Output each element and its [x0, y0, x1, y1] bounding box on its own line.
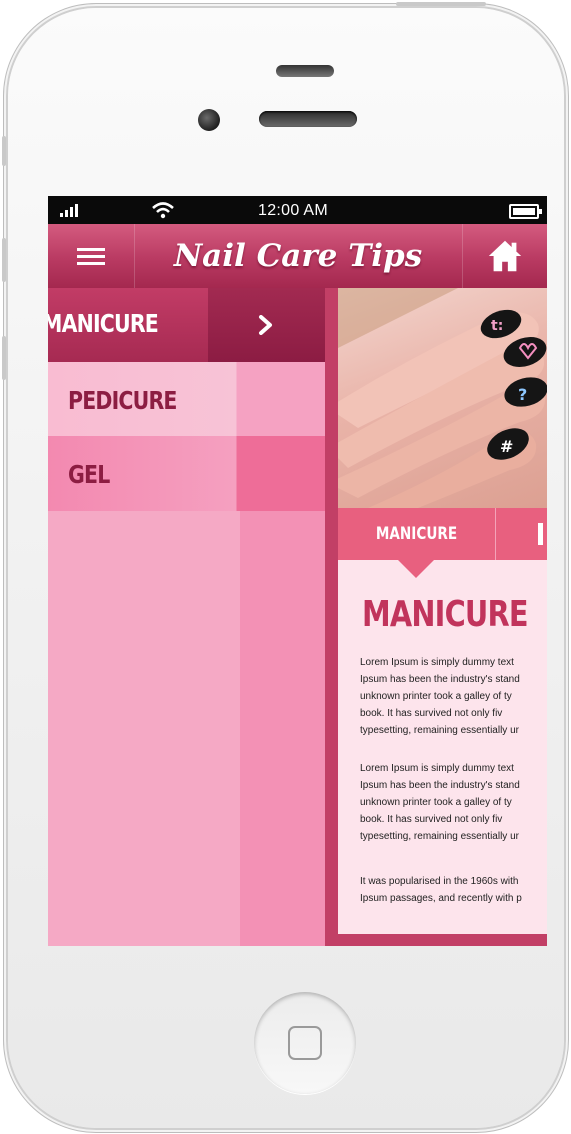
home-button-square-icon [288, 1026, 322, 1060]
drawer-item-pedicure[interactable]: PEDICURE [48, 362, 325, 437]
tab-next-partial[interactable] [538, 523, 543, 545]
mute-switch [2, 136, 6, 166]
paragraph-line: It was popularised in the 1960s with [360, 876, 519, 887]
wifi-icon [152, 202, 174, 219]
drawer-item-gel[interactable]: GEL [48, 436, 325, 511]
paragraph-line: Ipsum has been the industry's stand [360, 780, 520, 791]
menu-icon[interactable] [48, 224, 135, 288]
home-button[interactable] [254, 992, 356, 1094]
paragraph-line: Ipsum passages, and recently with p [360, 893, 522, 904]
home-icon[interactable] [462, 224, 547, 288]
drawer-item-label: MANICURE [48, 309, 159, 338]
nail-photo: t: ? # [338, 288, 547, 508]
svg-text:#: # [500, 437, 513, 456]
side-drawer: MANICURE PEDICURE GEL [48, 288, 325, 946]
paragraph-line: Lorem Ipsum is simply dummy text [360, 657, 514, 668]
paragraph-line: unknown printer took a galley of ty [360, 797, 512, 808]
paragraph-line: typesetting, remaining essentially ur [360, 725, 519, 736]
chevron-right-icon [259, 315, 272, 335]
screen: 12:00 AM Nail Care Tips MANICURE PEDICUR… [48, 196, 547, 946]
signal-icon [60, 203, 78, 217]
article-paragraph-3: It was popularised in the 1960s with Ips… [360, 873, 547, 907]
paragraph-line: Ipsum has been the industry's stand [360, 674, 520, 685]
volume-down-button [2, 336, 6, 380]
earpiece-speaker [259, 111, 357, 127]
svg-text:t:: t: [491, 318, 503, 334]
article-paragraph-2: Lorem Ipsum is simply dummy text Ipsum h… [360, 760, 547, 845]
drawer-item-label: GEL [68, 460, 110, 489]
tab-manicure[interactable]: MANICURE [338, 508, 496, 560]
drawer-item-manicure[interactable]: MANICURE [48, 288, 325, 362]
svg-text:?: ? [518, 385, 527, 404]
status-bar: 12:00 AM [48, 196, 547, 224]
tab-notch [398, 560, 434, 578]
article-heading: MANICURE [362, 594, 529, 635]
paragraph-line: book. It has survived not only fiv [360, 814, 503, 825]
earpiece-top [276, 65, 334, 77]
paragraph-line: typesetting, remaining essentially ur [360, 831, 519, 842]
article: MANICURE Lorem Ipsum is simply dummy tex… [338, 560, 547, 934]
app-header: Nail Care Tips [48, 224, 547, 289]
volume-up-button [2, 238, 6, 282]
battery-icon [509, 204, 542, 219]
status-time: 12:00 AM [258, 202, 329, 219]
paragraph-line: unknown printer took a galley of ty [360, 691, 512, 702]
paragraph-line: book. It has survived not only fiv [360, 708, 503, 719]
tab-label: MANICURE [375, 524, 458, 544]
app-title: Nail Care Tips [173, 238, 423, 274]
main-content: t: ? # MANICURE MANICURE Lorem Ipsum is … [325, 288, 547, 946]
front-camera [198, 109, 220, 131]
power-button [396, 2, 486, 6]
paragraph-line: Lorem Ipsum is simply dummy text [360, 763, 514, 774]
drawer-item-arrow[interactable] [208, 288, 325, 362]
content-tabs: MANICURE [338, 508, 547, 560]
article-paragraph-1: Lorem Ipsum is simply dummy text Ipsum h… [360, 654, 547, 739]
drawer-item-label: PEDICURE [68, 386, 177, 415]
